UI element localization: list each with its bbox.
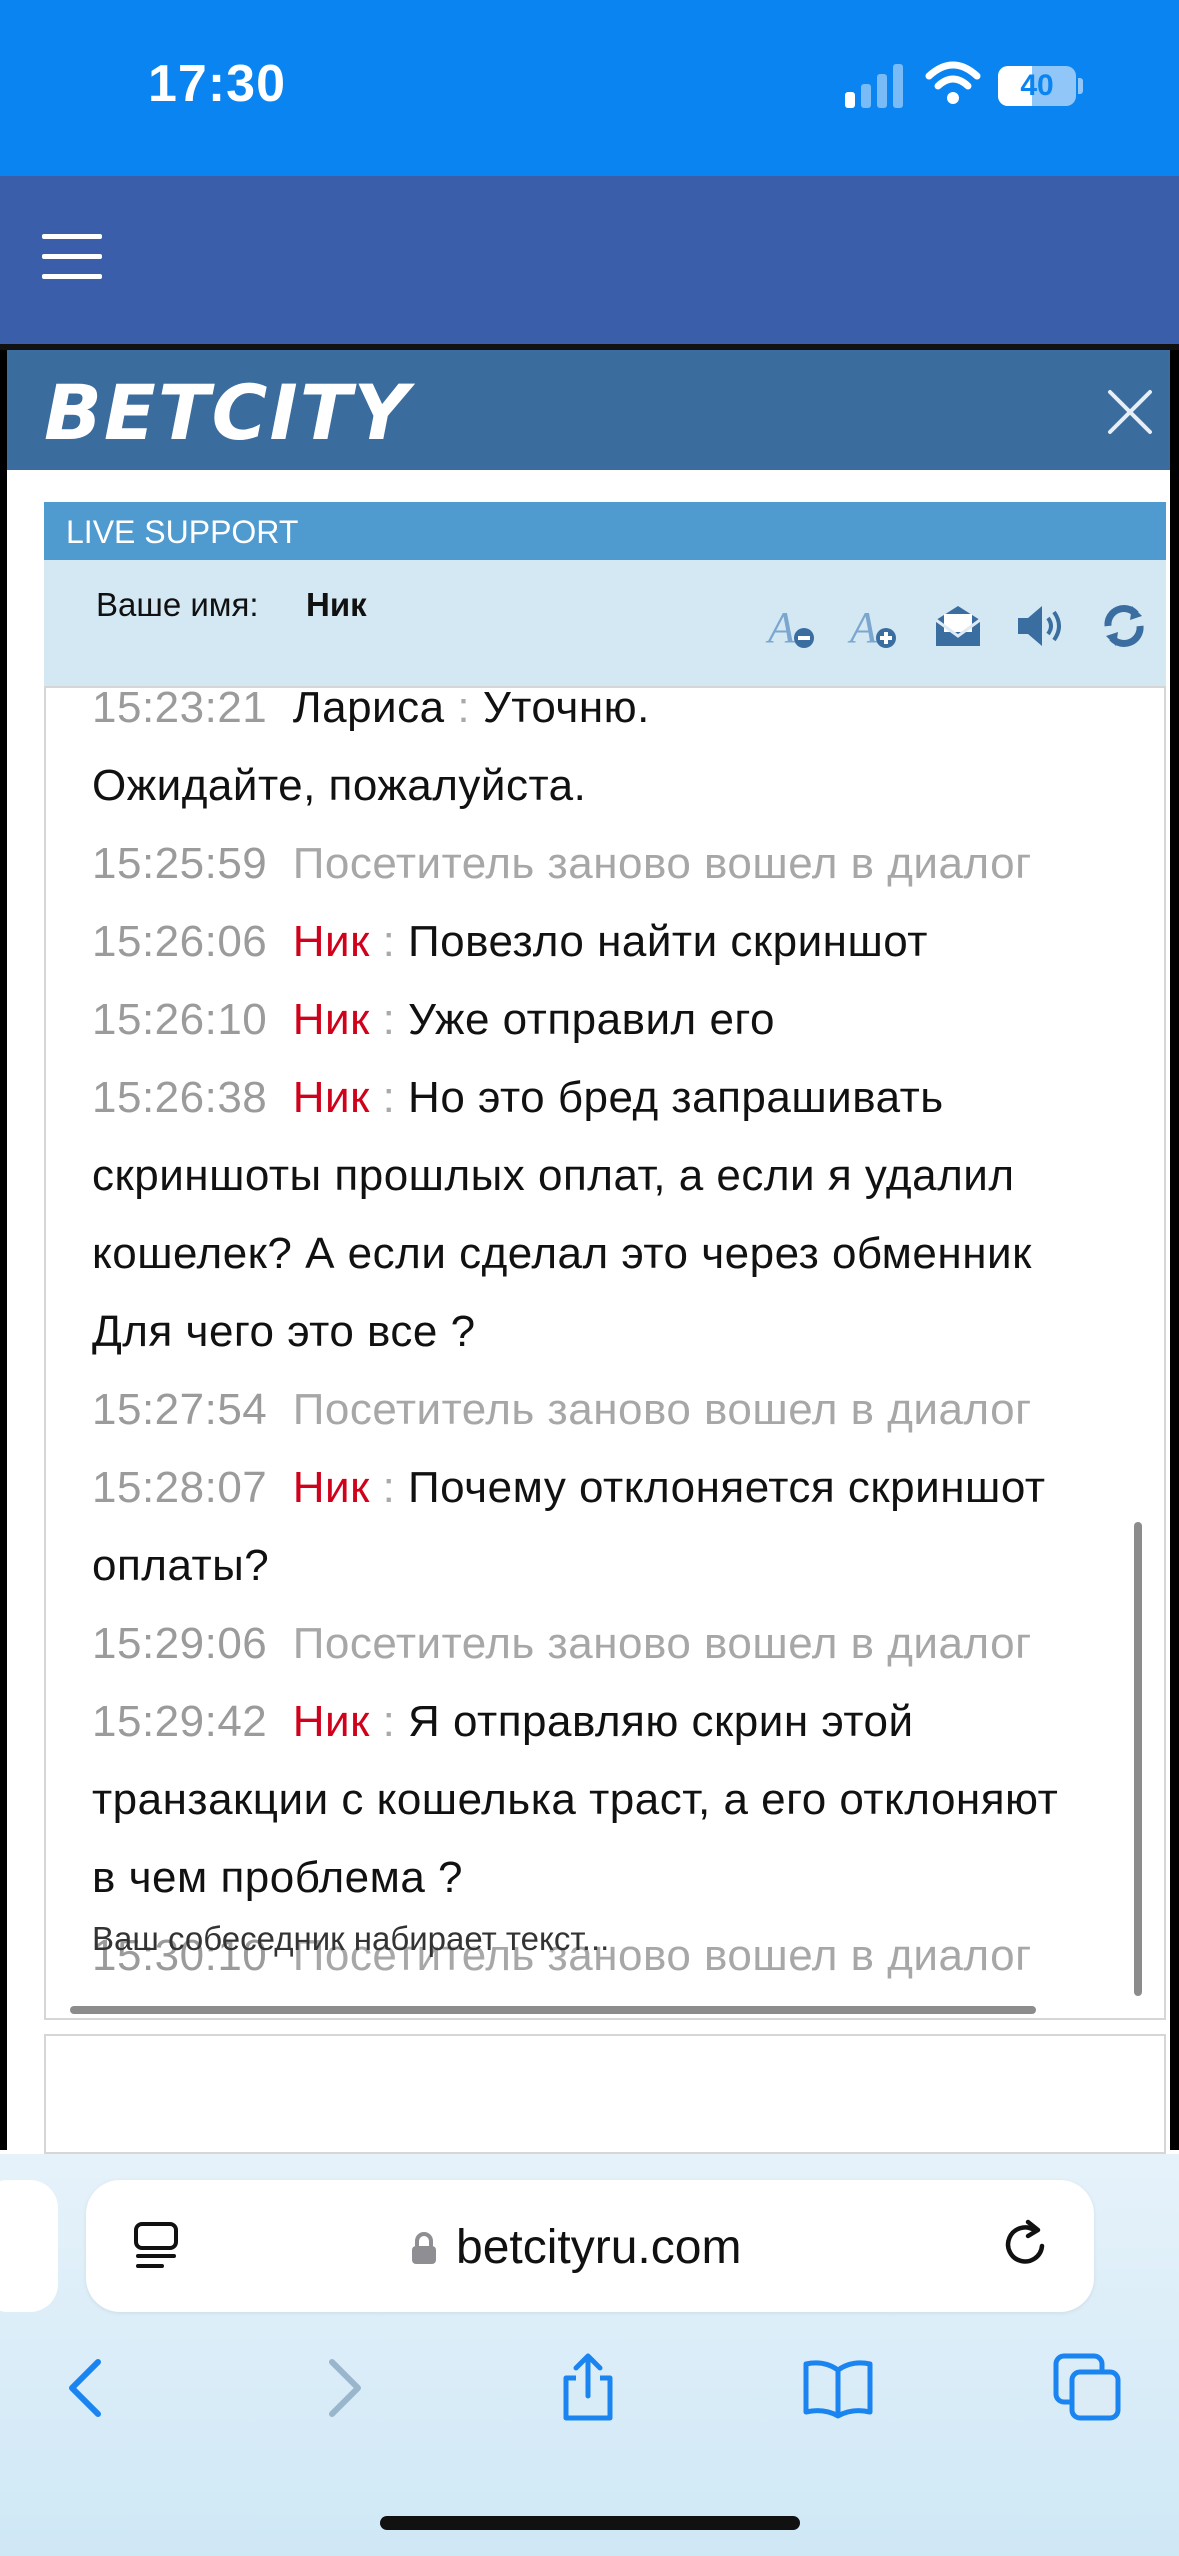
refresh-icon[interactable]	[1096, 598, 1152, 654]
menu-icon[interactable]	[42, 234, 102, 280]
chat-message-continuation: оплаты?	[92, 1541, 270, 1590]
site-navbar	[0, 176, 1179, 344]
page-menu-icon[interactable]	[132, 2220, 180, 2272]
visitor-name-bar: Ваше имя: Ник	[44, 560, 1166, 686]
reload-icon[interactable]	[998, 2216, 1054, 2272]
previous-tab-preview[interactable]	[0, 2180, 58, 2312]
svg-text:A: A	[847, 603, 878, 652]
message-input[interactable]	[44, 2034, 1166, 2154]
cellular-signal-icon	[845, 64, 903, 108]
battery-nub	[1078, 78, 1083, 94]
chat-message: 15:26:38 Ник : Но это бред запрашивать	[92, 1073, 944, 1122]
horizontal-scrollbar[interactable]	[70, 2006, 1036, 2014]
font-decrease-icon[interactable]: A	[764, 598, 820, 654]
chat-message-continuation: транзакции с кошелька траст, а его откло…	[92, 1775, 1059, 1824]
chat-message-continuation: Для чего это все ?	[92, 1307, 476, 1356]
email-transcript-icon[interactable]	[930, 598, 986, 654]
close-icon[interactable]	[1100, 382, 1160, 442]
chat-message: 15:26:06 Ник : Повезло найти скриншот	[92, 917, 928, 966]
forward-icon[interactable]	[304, 2352, 376, 2424]
font-increase-icon[interactable]: A	[846, 598, 902, 654]
chat-message: 15:29:42 Ник : Я отправляю скрин этой	[92, 1697, 914, 1746]
chat-log[interactable]: 15:23:21 Лариса : Уточню. Ожидайте, пожа…	[44, 686, 1166, 2020]
name-label: Ваше имя:	[96, 586, 259, 623]
lock-icon	[412, 2232, 436, 2264]
chat-message-continuation: Ожидайте, пожалуйста.	[92, 761, 587, 810]
chat-system-message: 15:29:06 Посетитель заново вошел в диало…	[92, 1619, 1032, 1668]
live-support-header: LIVE SUPPORT	[44, 502, 1166, 560]
home-indicator	[380, 2516, 800, 2530]
chat-message-continuation: скриншоты прошлых оплат, а если я удалил	[92, 1151, 1015, 1200]
battery-icon: 40	[998, 66, 1076, 106]
chat-message-continuation: кошелек? А если сделал это через обменни…	[92, 1229, 1032, 1278]
chat-message: 15:23:21 Лариса : Уточню.	[92, 686, 650, 732]
battery-level: 40	[1020, 69, 1054, 102]
sound-icon[interactable]	[1012, 598, 1068, 654]
url-text[interactable]: betcityru.com	[456, 2220, 741, 2275]
status-time: 17:30	[148, 55, 286, 113]
vertical-scrollbar[interactable]	[1134, 1522, 1142, 1996]
typing-indicator: Ваш собеседник набирает текст...	[92, 1920, 610, 1957]
chat-system-message: 15:25:59 Посетитель заново вошел в диало…	[92, 839, 1032, 888]
chat-message-continuation: в чем проблема ?	[92, 1853, 464, 1902]
bookmarks-icon[interactable]	[802, 2352, 874, 2424]
back-icon[interactable]	[54, 2352, 126, 2424]
svg-text:A: A	[765, 603, 796, 652]
chat-message: 15:26:10 Ник : Уже отправил его	[92, 995, 775, 1044]
name-value: Ник	[306, 586, 367, 623]
wifi-icon	[925, 61, 981, 104]
chat-system-message: 15:27:54 Посетитель заново вошел в диало…	[92, 1385, 1032, 1434]
share-icon[interactable]	[552, 2352, 624, 2424]
tabs-icon[interactable]	[1052, 2352, 1124, 2424]
live-support-title: LIVE SUPPORT	[66, 514, 299, 550]
chat-message: 15:28:07 Ник : Почему отклоняется скринш…	[92, 1463, 1046, 1512]
betcity-logo: BETCITY	[44, 368, 411, 457]
